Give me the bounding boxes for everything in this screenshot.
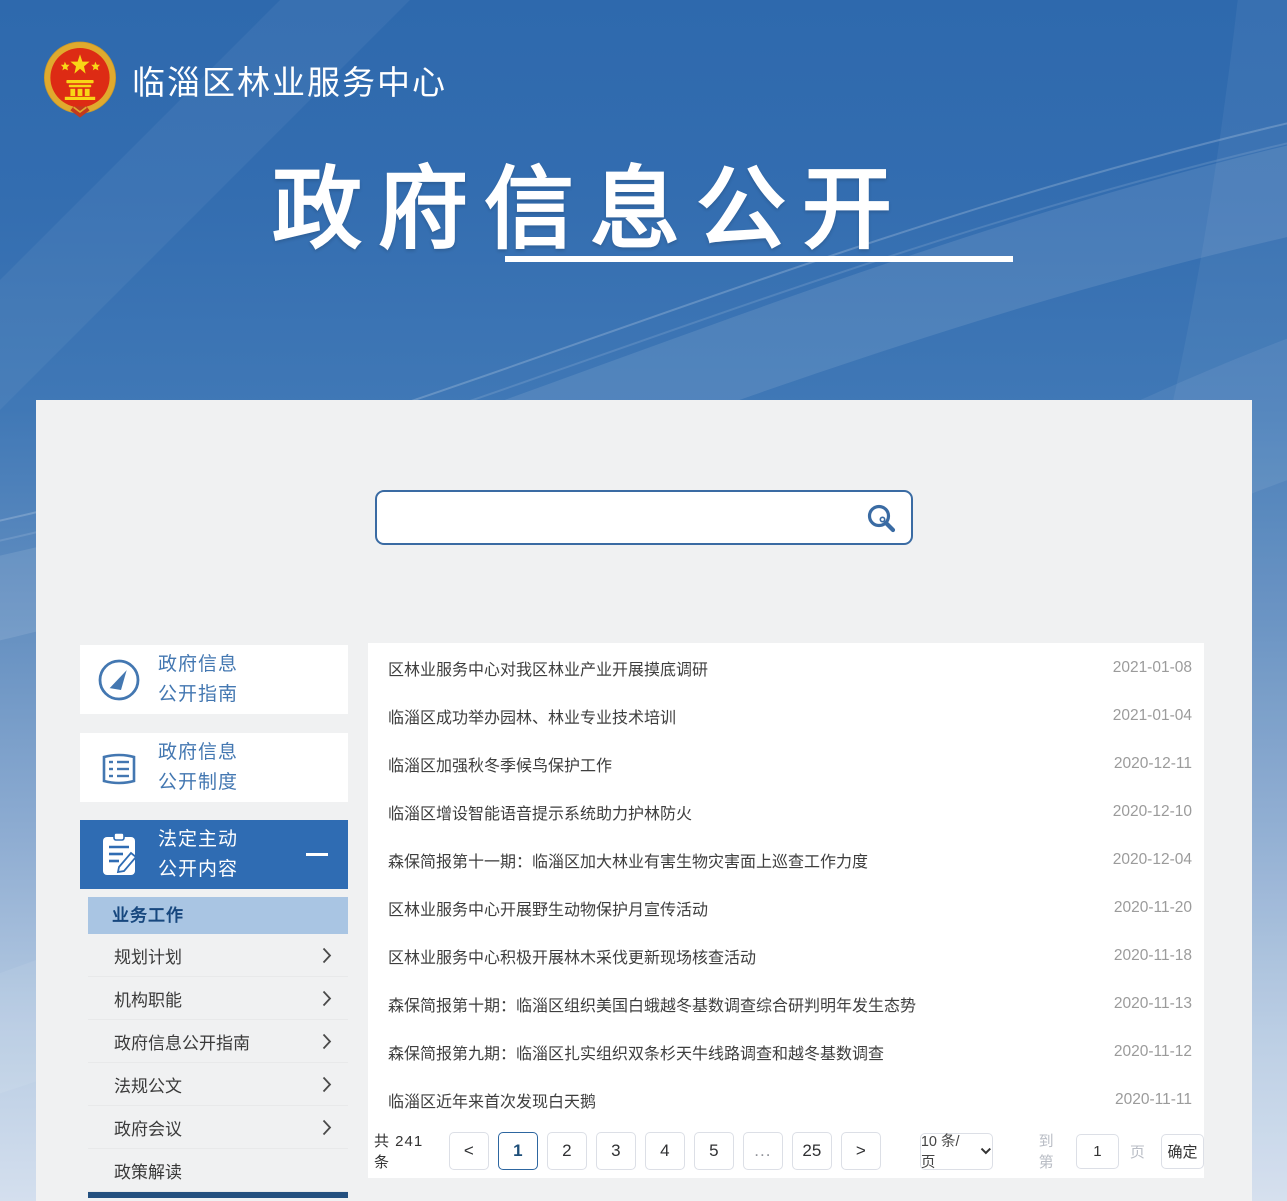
chevron-right-icon xyxy=(322,1076,332,1093)
sidebar-next-section-strip xyxy=(88,1192,348,1198)
article-date: 2020-11-18 xyxy=(1114,947,1192,965)
search-input[interactable] xyxy=(391,494,861,541)
compass-icon xyxy=(80,657,158,703)
page-button-25[interactable]: 25 xyxy=(792,1132,832,1170)
sidebar-card-label: 政府信息 公开指南 xyxy=(158,650,238,709)
article-list: 区林业服务中心对我区林业产业开展摸底调研 2021-01-08 临淄区成功举办园… xyxy=(368,643,1204,1178)
goto-suffix-label: 页 xyxy=(1130,1141,1146,1162)
article-date: 2021-01-04 xyxy=(1113,707,1192,725)
goto-page-input[interactable] xyxy=(1076,1134,1119,1169)
national-emblem-logo xyxy=(40,40,120,120)
chevron-right-icon xyxy=(322,990,332,1007)
chevron-right-icon xyxy=(322,1033,332,1050)
article-row: 森保简报第十期：临淄区组织美国白蛾越冬基数调查综合研判明年发生态势 2020-1… xyxy=(368,980,1204,1028)
article-row: 临淄区加强秋冬季候鸟保护工作 2020-12-11 xyxy=(368,740,1204,788)
clipboard-icon xyxy=(80,831,158,879)
next-page-button[interactable]: > xyxy=(841,1132,881,1170)
article-row: 临淄区增设智能语音提示系统助力护林防火 2020-12-10 xyxy=(368,788,1204,836)
sidebar-card-label: 法定主动 公开内容 xyxy=(158,825,238,884)
banner: 临淄区林业服务中心 政府信息公开 xyxy=(0,0,1287,400)
page-button-3[interactable]: 3 xyxy=(596,1132,636,1170)
sidebar-card-disclosure-guide[interactable]: 政府信息 公开指南 xyxy=(80,645,348,714)
sidebar-item-business-work-active[interactable]: 业务工作 xyxy=(88,897,348,934)
pagination: 共 241 条 < 1 2 3 4 5 ... 25 > 10 条/页 到第 xyxy=(368,1124,1204,1178)
article-date: 2020-11-20 xyxy=(1114,899,1192,917)
chevron-right-icon xyxy=(322,1119,332,1136)
article-link[interactable]: 森保简报第十一期：临淄区加大林业有害生物灾害面上巡查工作力度 xyxy=(388,848,868,872)
total-count: 共 241 条 xyxy=(374,1130,432,1172)
collapse-minus-icon[interactable] xyxy=(306,853,328,856)
article-link[interactable]: 区林业服务中心开展野生动物保护月宣传活动 xyxy=(388,896,708,920)
page-button-2[interactable]: 2 xyxy=(547,1132,587,1170)
article-date: 2020-11-12 xyxy=(1114,1043,1192,1061)
article-row: 区林业服务中心积极开展林木采伐更新现场核查活动 2020-11-18 xyxy=(368,932,1204,980)
article-row: 区林业服务中心开展野生动物保护月宣传活动 2020-11-20 xyxy=(368,884,1204,932)
search-icon[interactable] xyxy=(865,503,897,535)
article-date: 2020-11-13 xyxy=(1114,995,1192,1013)
site-brand: 临淄区林业服务中心 xyxy=(40,40,447,120)
article-row: 临淄区近年来首次发现白天鹅 2020-11-11 xyxy=(368,1076,1204,1124)
article-link[interactable]: 临淄区成功举办园林、林业专业技术培训 xyxy=(388,704,676,728)
sidebar: 政府信息 公开指南 政府信息 xyxy=(80,645,348,1198)
article-row: 森保简报第九期：临淄区扎实组织双条杉天牛线路调查和越冬基数调查 2020-11-… xyxy=(368,1028,1204,1076)
search-box xyxy=(375,490,913,545)
confirm-button[interactable]: 确定 xyxy=(1161,1134,1204,1169)
article-row: 森保简报第十一期：临淄区加大林业有害生物灾害面上巡查工作力度 2020-12-0… xyxy=(368,836,1204,884)
article-date: 2020-12-11 xyxy=(1114,755,1192,773)
page-size-select[interactable]: 10 条/页 xyxy=(920,1133,993,1170)
article-link[interactable]: 森保简报第十期：临淄区组织美国白蛾越冬基数调查综合研判明年发生态势 xyxy=(388,992,916,1016)
sidebar-submenu: 规划计划 机构职能 政府信息公开指南 xyxy=(88,934,348,1192)
sidebar-item-disclosure-guide[interactable]: 政府信息公开指南 xyxy=(88,1020,348,1063)
page-button-5[interactable]: 5 xyxy=(694,1132,734,1170)
site-name: 临淄区林业服务中心 xyxy=(132,56,447,104)
article-link[interactable]: 临淄区近年来首次发现白天鹅 xyxy=(388,1088,596,1112)
article-link[interactable]: 区林业服务中心对我区林业产业开展摸底调研 xyxy=(388,656,708,680)
article-date: 2020-12-04 xyxy=(1113,851,1192,869)
title-underline xyxy=(505,256,1013,262)
sidebar-item-policy-interpretation[interactable]: 政策解读 xyxy=(88,1149,348,1192)
article-date: 2021-01-08 xyxy=(1113,659,1192,677)
article-date: 2020-11-11 xyxy=(1115,1091,1192,1109)
page-title: 政府信息公开 xyxy=(272,136,908,266)
page: 临淄区林业服务中心 政府信息公开 xyxy=(0,0,1287,1201)
article-link[interactable]: 森保简报第九期：临淄区扎实组织双条杉天牛线路调查和越冬基数调查 xyxy=(388,1040,884,1064)
article-row: 区林业服务中心对我区林业产业开展摸底调研 2021-01-08 xyxy=(368,644,1204,692)
sidebar-item-org-functions[interactable]: 机构职能 xyxy=(88,977,348,1020)
sidebar-item-regulations[interactable]: 法规公文 xyxy=(88,1063,348,1106)
chevron-right-icon xyxy=(322,947,332,964)
article-link[interactable]: 区林业服务中心积极开展林木采伐更新现场核查活动 xyxy=(388,944,756,968)
article-link[interactable]: 临淄区加强秋冬季候鸟保护工作 xyxy=(388,752,612,776)
prev-page-button[interactable]: < xyxy=(449,1132,489,1170)
content-panel: 政府信息 公开指南 政府信息 xyxy=(36,400,1252,1201)
chevron-down-icon xyxy=(980,1147,992,1155)
document-icon xyxy=(80,745,158,791)
page-button-4[interactable]: 4 xyxy=(645,1132,685,1170)
sidebar-card-label: 政府信息 公开制度 xyxy=(158,738,238,797)
article-date: 2020-12-10 xyxy=(1113,803,1192,821)
sidebar-item-gov-meetings[interactable]: 政府会议 xyxy=(88,1106,348,1149)
sidebar-card-disclosure-system[interactable]: 政府信息 公开制度 xyxy=(80,733,348,802)
sidebar-card-statutory-disclosure[interactable]: 法定主动 公开内容 xyxy=(80,820,348,889)
article-row: 临淄区成功举办园林、林业专业技术培训 2021-01-04 xyxy=(368,692,1204,740)
sidebar-item-planning[interactable]: 规划计划 xyxy=(88,934,348,977)
article-link[interactable]: 临淄区增设智能语音提示系统助力护林防火 xyxy=(388,800,692,824)
page-button-1[interactable]: 1 xyxy=(498,1132,538,1170)
page-ellipsis[interactable]: ... xyxy=(743,1132,783,1170)
goto-prefix-label: 到第 xyxy=(1039,1130,1065,1172)
